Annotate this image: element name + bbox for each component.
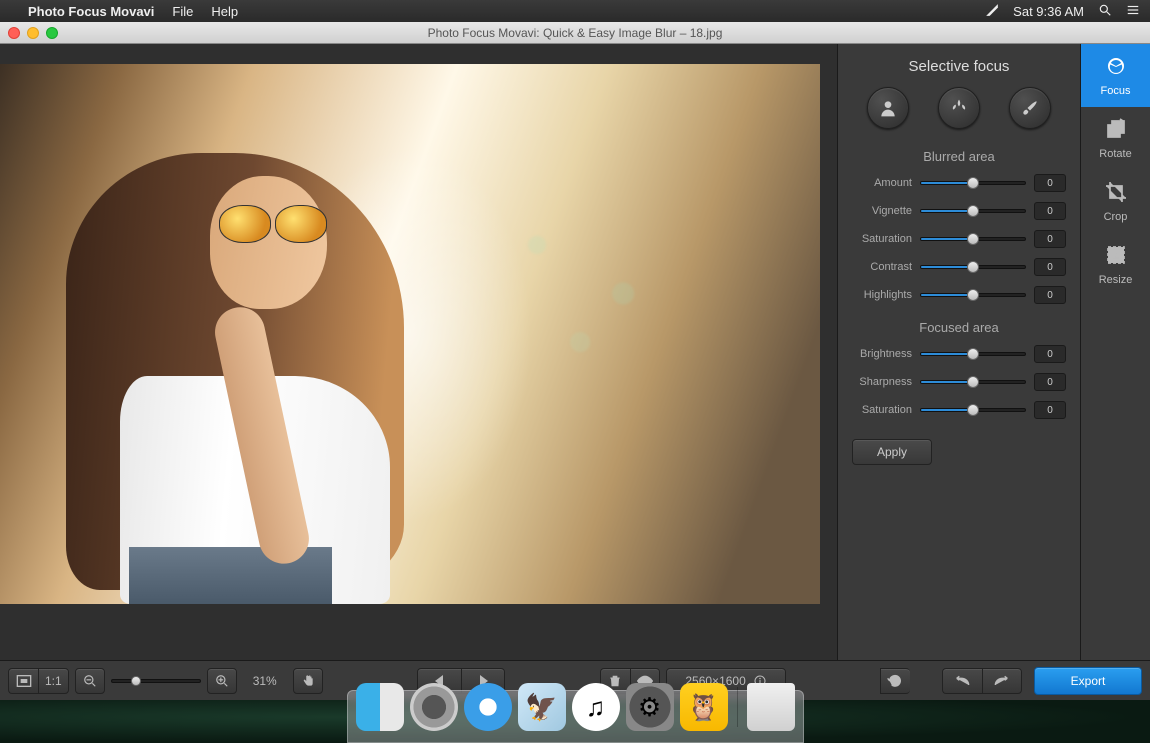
focused-value[interactable]: 0: [1034, 373, 1066, 391]
notification-center-icon[interactable]: [1126, 3, 1140, 20]
tool-label: Rotate: [1099, 148, 1131, 160]
blurred-value[interactable]: 0: [1034, 258, 1066, 276]
window-close-button[interactable]: [8, 27, 20, 39]
blurred-label: Amount: [852, 177, 912, 189]
window-traffic-lights: [8, 27, 58, 39]
dock-separator: [737, 687, 738, 727]
menubar-item-help[interactable]: Help: [211, 4, 238, 19]
focused-label: Saturation: [852, 404, 912, 416]
window-titlebar: Photo Focus Movavi: Quick & Easy Image B…: [0, 22, 1150, 44]
redo-button[interactable]: [982, 668, 1022, 694]
rotate-icon: [1104, 117, 1128, 144]
dock-launchpad-icon[interactable]: [410, 683, 458, 731]
window-maximize-button[interactable]: [46, 27, 58, 39]
zoom-percent-label: 31%: [253, 674, 277, 688]
settings-panel: Selective focus Blurred area Amount0Vign…: [837, 44, 1080, 660]
blurred-slider[interactable]: [920, 293, 1026, 297]
blurred-value[interactable]: 0: [1034, 174, 1066, 192]
dock-safari-icon[interactable]: [464, 683, 512, 731]
mode-brush-button[interactable]: [1009, 87, 1051, 129]
undo-button[interactable]: [942, 668, 982, 694]
tool-rotate[interactable]: Rotate: [1081, 107, 1150, 170]
menubar-clock[interactable]: Sat 9:36 AM: [1013, 4, 1084, 19]
blurred-value[interactable]: 0: [1034, 286, 1066, 304]
focused-label: Brightness: [852, 348, 912, 360]
blurred-slider-row: Vignette 0: [852, 202, 1066, 220]
tool-label: Crop: [1104, 211, 1128, 223]
focused-slider[interactable]: [920, 352, 1026, 356]
resize-icon: [1104, 243, 1128, 270]
blurred-slider-row: Contrast 0: [852, 258, 1066, 276]
window-minimize-button[interactable]: [27, 27, 39, 39]
blurred-area-title: Blurred area: [852, 149, 1066, 164]
blurred-slider[interactable]: [920, 209, 1026, 213]
app-body: Selective focus Blurred area Amount0Vign…: [0, 44, 1150, 660]
spotlight-icon[interactable]: [1098, 3, 1112, 20]
tool-crop[interactable]: Crop: [1081, 170, 1150, 233]
undo-all-button[interactable]: [880, 668, 910, 694]
blurred-value[interactable]: 0: [1034, 202, 1066, 220]
focus-icon: [1104, 54, 1128, 81]
hand-tool-button[interactable]: [293, 668, 323, 694]
dock-mail-icon[interactable]: 🦅: [518, 683, 566, 731]
focused-slider-row: Saturation 0: [852, 401, 1066, 419]
blurred-slider[interactable]: [920, 181, 1026, 185]
dock-itunes-icon[interactable]: ♫: [572, 683, 620, 731]
tool-resize[interactable]: Resize: [1081, 233, 1150, 296]
tool-strip: Focus Rotate Crop Resize: [1080, 44, 1150, 660]
mode-macro-button[interactable]: [938, 87, 980, 129]
apply-button[interactable]: Apply: [852, 439, 932, 465]
blurred-label: Contrast: [852, 261, 912, 273]
dock-app-icon[interactable]: 🦉: [680, 683, 728, 731]
focused-slider[interactable]: [920, 408, 1026, 412]
crop-icon: [1104, 180, 1128, 207]
focused-slider-row: Brightness 0: [852, 345, 1066, 363]
menubar-app-name[interactable]: Photo Focus Movavi: [28, 4, 154, 19]
blurred-label: Saturation: [852, 233, 912, 245]
macos-menubar: Photo Focus Movavi File Help Sat 9:36 AM: [0, 0, 1150, 22]
focus-mode-row: [852, 87, 1066, 129]
blurred-slider-row: Amount 0: [852, 174, 1066, 192]
export-button[interactable]: Export: [1034, 667, 1142, 695]
focused-area-title: Focused area: [852, 320, 1066, 335]
focused-slider[interactable]: [920, 380, 1026, 384]
blurred-label: Vignette: [852, 205, 912, 217]
zoom-slider[interactable]: [111, 679, 201, 683]
tool-focus[interactable]: Focus: [1081, 44, 1150, 107]
dock: 🦅 ♫ ⚙ 🦉: [347, 690, 804, 743]
focused-value[interactable]: 0: [1034, 401, 1066, 419]
mode-portrait-button[interactable]: [867, 87, 909, 129]
focused-slider-row: Sharpness 0: [852, 373, 1066, 391]
dock-settings-icon[interactable]: ⚙: [626, 683, 674, 731]
actual-size-button[interactable]: 1:1: [38, 668, 69, 694]
focused-value[interactable]: 0: [1034, 345, 1066, 363]
blurred-slider[interactable]: [920, 237, 1026, 241]
zoom-in-button[interactable]: [207, 668, 237, 694]
menubar-item-file[interactable]: File: [172, 4, 193, 19]
photo-image: [0, 64, 820, 604]
blurred-slider-row: Saturation 0: [852, 230, 1066, 248]
dock-trash-icon[interactable]: [747, 683, 795, 731]
photo-canvas[interactable]: [0, 44, 837, 660]
zoom-out-button[interactable]: [75, 668, 105, 694]
window-title: Photo Focus Movavi: Quick & Easy Image B…: [428, 26, 723, 40]
blurred-label: Highlights: [852, 289, 912, 301]
focused-label: Sharpness: [852, 376, 912, 388]
panel-title: Selective focus: [852, 58, 1066, 75]
dock-finder-icon[interactable]: [356, 683, 404, 731]
tool-label: Resize: [1099, 274, 1133, 286]
fit-screen-button[interactable]: [8, 668, 38, 694]
blurred-slider[interactable]: [920, 265, 1026, 269]
menubar-status-icon[interactable]: [985, 3, 999, 20]
blurred-value[interactable]: 0: [1034, 230, 1066, 248]
desktop-dock-area: 🦅 ♫ ⚙ 🦉: [0, 700, 1150, 743]
tool-label: Focus: [1101, 85, 1131, 97]
blurred-slider-row: Highlights 0: [852, 286, 1066, 304]
